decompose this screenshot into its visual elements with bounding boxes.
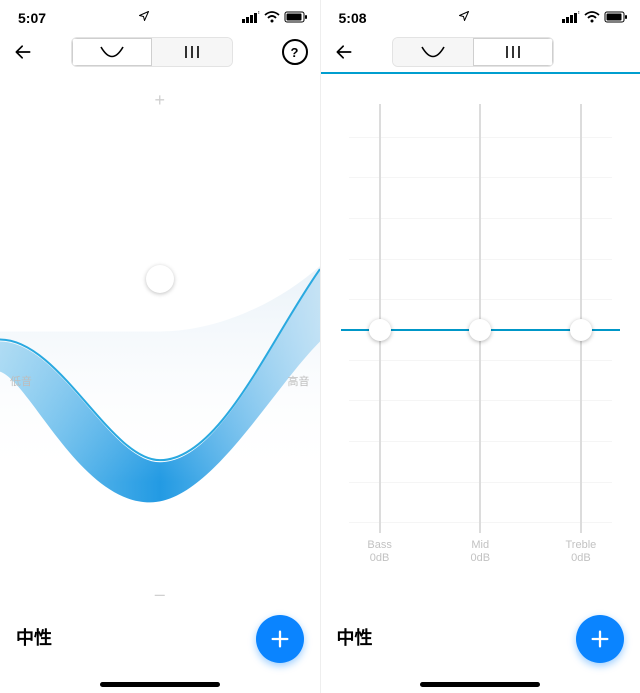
back-button[interactable]	[331, 39, 357, 65]
location-icon	[138, 9, 150, 25]
wifi-icon	[584, 10, 600, 26]
slider-label-mid: Mid0dB	[470, 539, 490, 565]
battery-icon	[284, 10, 308, 26]
pane-slider-eq: 5:08 !	[321, 0, 640, 693]
slider-thumb-mid[interactable]	[469, 319, 491, 341]
svg-text:!: !	[578, 11, 580, 16]
slider-label-treble: Treble0dB	[566, 539, 597, 565]
preset-name[interactable]: 中性	[16, 624, 52, 650]
add-preset-button[interactable]	[576, 615, 624, 663]
svg-text:!: !	[258, 11, 260, 16]
pane-wave-eq: 5:07 !	[0, 0, 321, 693]
view-toggle	[393, 38, 553, 66]
label-high-freq: 高音	[288, 373, 310, 389]
back-button[interactable]	[10, 39, 36, 65]
home-indicator	[420, 682, 540, 687]
wifi-icon	[264, 10, 280, 26]
status-bar: 5:08 !	[321, 0, 640, 32]
bottom-bar: 中性	[0, 607, 320, 667]
preset-name[interactable]: 中性	[337, 624, 373, 650]
signal-icon: !	[562, 10, 580, 26]
slider-thumb-treble[interactable]	[570, 319, 592, 341]
location-icon	[458, 9, 470, 25]
add-preset-button[interactable]	[256, 615, 304, 663]
toggle-sliders[interactable]	[152, 38, 232, 66]
view-toggle	[72, 38, 232, 66]
label-low-freq: 低音	[10, 373, 32, 389]
battery-icon	[604, 10, 628, 26]
header-bar: ?	[0, 32, 320, 72]
toggle-wave[interactable]	[72, 38, 152, 66]
help-button[interactable]: ?	[282, 39, 308, 65]
slider-label-bass: Bass0dB	[367, 539, 391, 565]
header-bar	[321, 32, 640, 72]
slider-thumb-bass[interactable]	[369, 319, 391, 341]
wave-drag-handle[interactable]	[146, 265, 174, 293]
bottom-bar: 中性	[321, 607, 640, 667]
status-time: 5:08	[339, 10, 367, 26]
home-indicator	[100, 682, 220, 687]
scale-minus-icon: –	[155, 584, 165, 605]
wave-canvas[interactable]: + 低音 高音	[0, 80, 320, 603]
status-bar: 5:07 !	[0, 0, 320, 32]
status-time: 5:07	[18, 10, 46, 26]
header-accent-line	[321, 72, 640, 74]
signal-icon: !	[242, 10, 260, 26]
toggle-sliders[interactable]	[473, 38, 553, 66]
toggle-wave[interactable]	[393, 38, 473, 66]
sliders-canvas: Bass0dB Mid0dB Treble0dB	[321, 76, 640, 583]
